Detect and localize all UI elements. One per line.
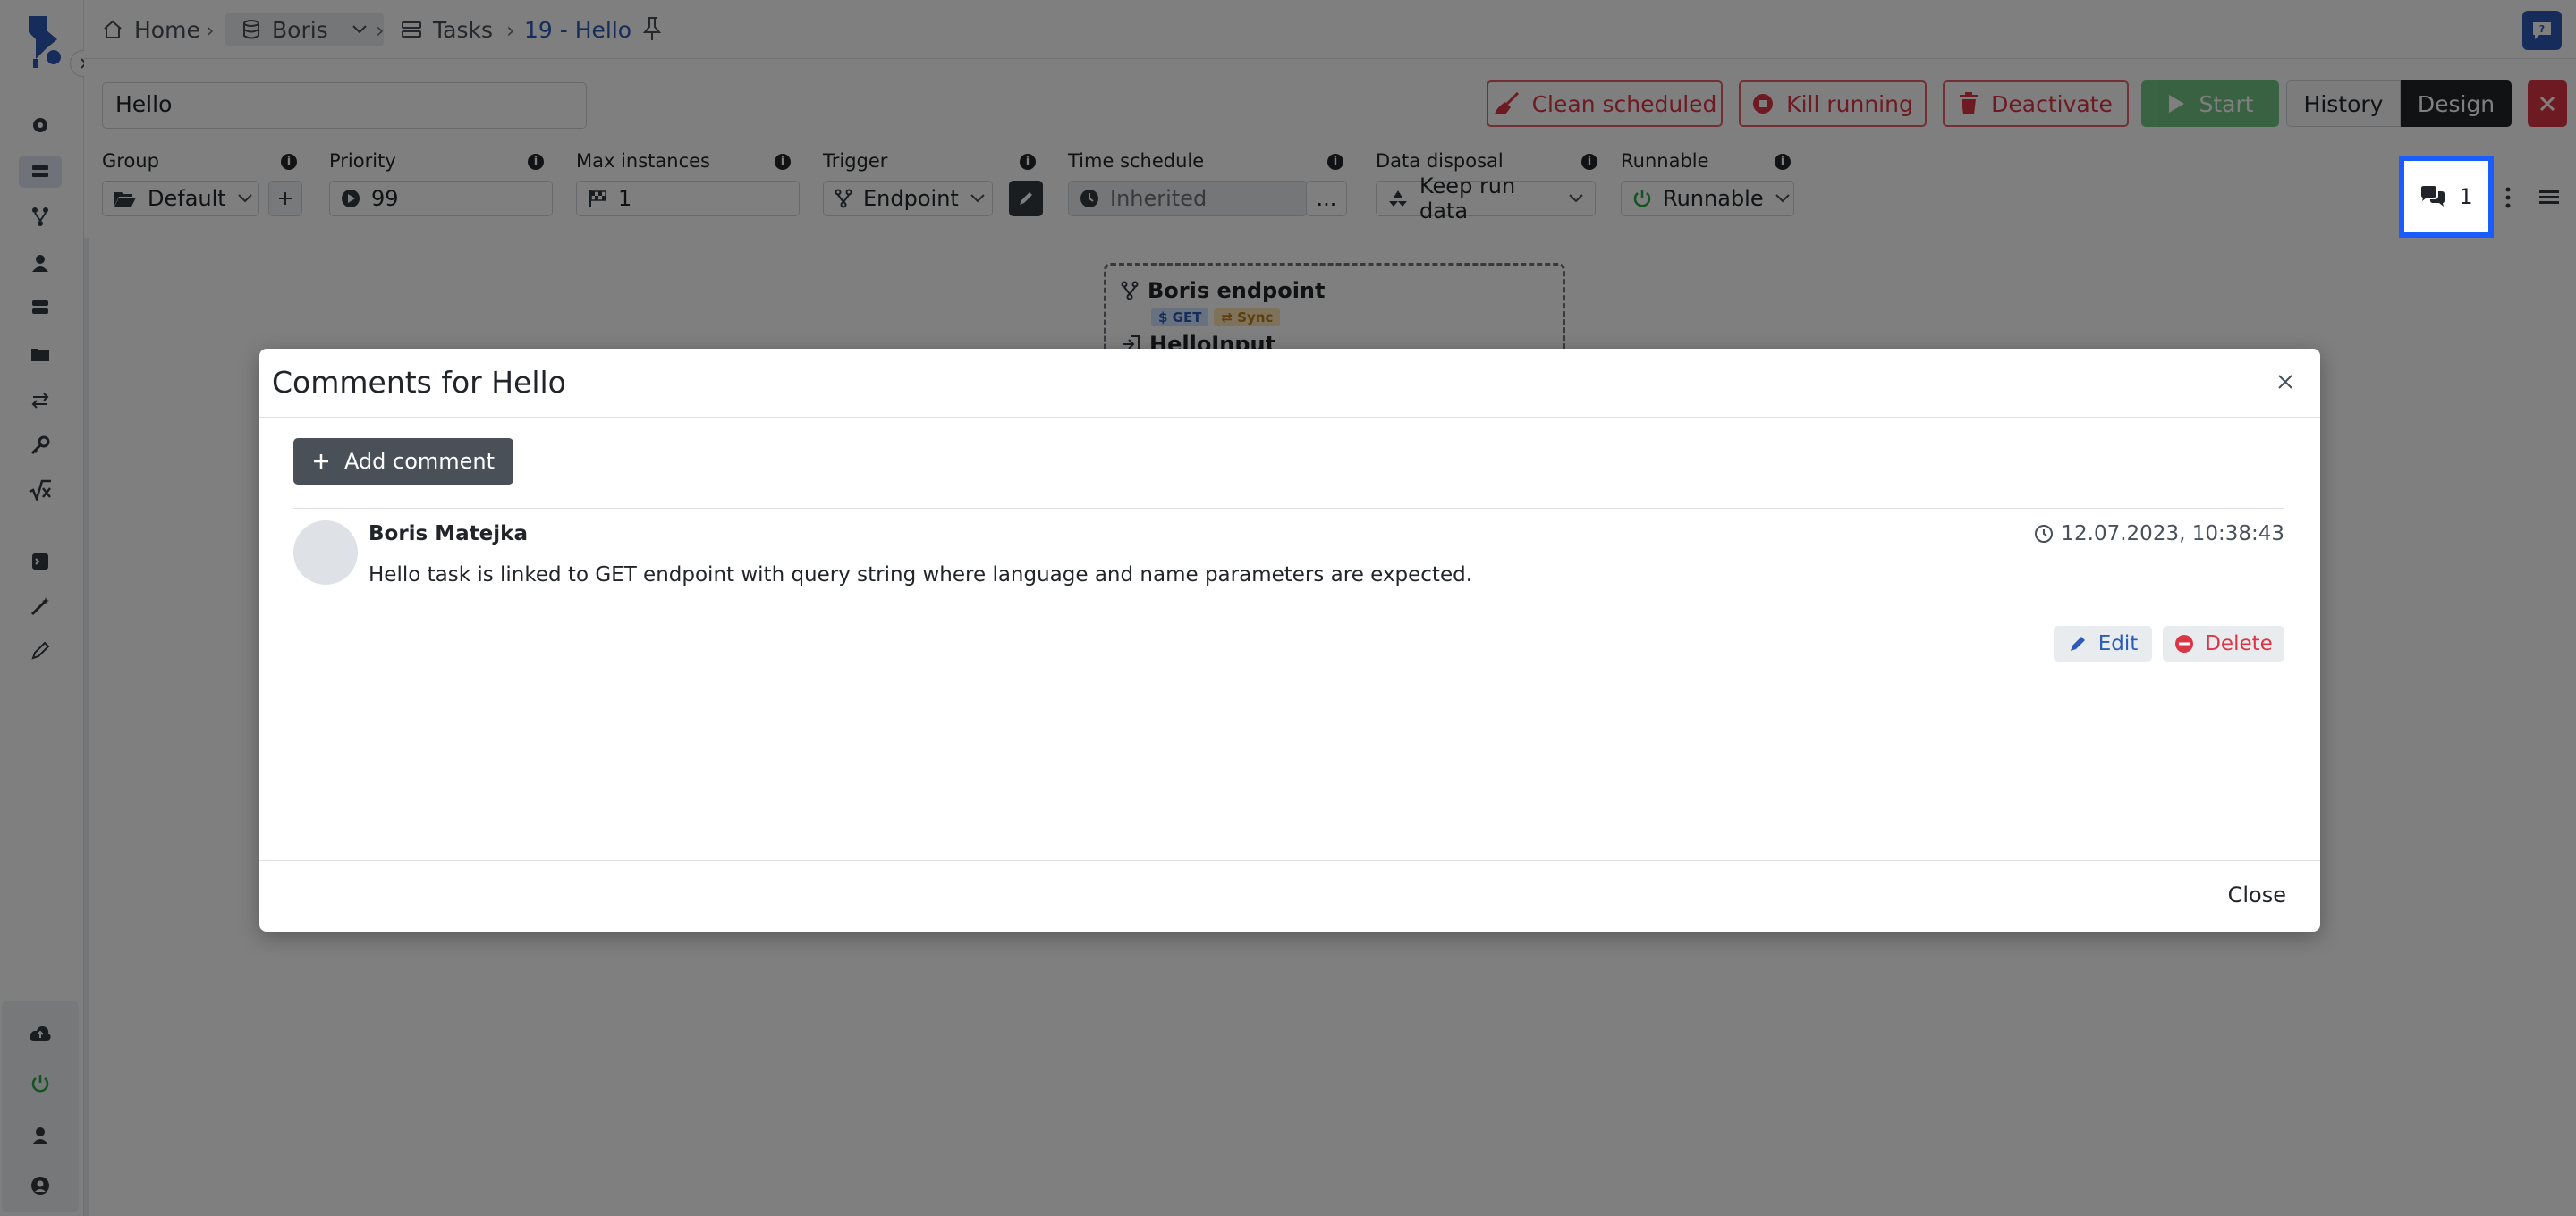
comments-modal: Comments for Hello Add comment Boris Mat… [259, 349, 2320, 932]
comment-divider [293, 508, 2284, 509]
plus-icon [312, 452, 330, 470]
modal-footer: Close [259, 860, 2320, 933]
add-comment-button[interactable]: Add comment [293, 438, 513, 485]
edit-comment-label: Edit [2097, 632, 2139, 655]
modal-header: Comments for Hello [259, 349, 2320, 418]
comment-timestamp-value: 12.07.2023, 10:38:43 [2061, 522, 2284, 545]
modal-title: Comments for Hello [272, 365, 566, 400]
close-button[interactable]: Close [2228, 882, 2286, 908]
delete-comment-button[interactable]: Delete [2163, 626, 2284, 662]
add-comment-label: Add comment [343, 449, 496, 474]
modal-close-icon[interactable] [2272, 368, 2299, 395]
edit-comment-button[interactable]: Edit [2054, 626, 2152, 662]
comment-author: Boris Matejka [369, 522, 528, 545]
comments-icon [2419, 185, 2446, 208]
pencil-icon [2068, 634, 2088, 654]
comment-text: Hello task is linked to GET endpoint wit… [369, 563, 1473, 587]
comments-count: 1 [2459, 184, 2473, 209]
clock-icon [2034, 524, 2054, 544]
avatar [293, 520, 358, 585]
comment-timestamp: 12.07.2023, 10:38:43 [2034, 522, 2284, 545]
delete-comment-label: Delete [2205, 632, 2273, 655]
comments-button[interactable]: 1 [2399, 156, 2494, 238]
minus-circle-icon [2174, 634, 2194, 654]
